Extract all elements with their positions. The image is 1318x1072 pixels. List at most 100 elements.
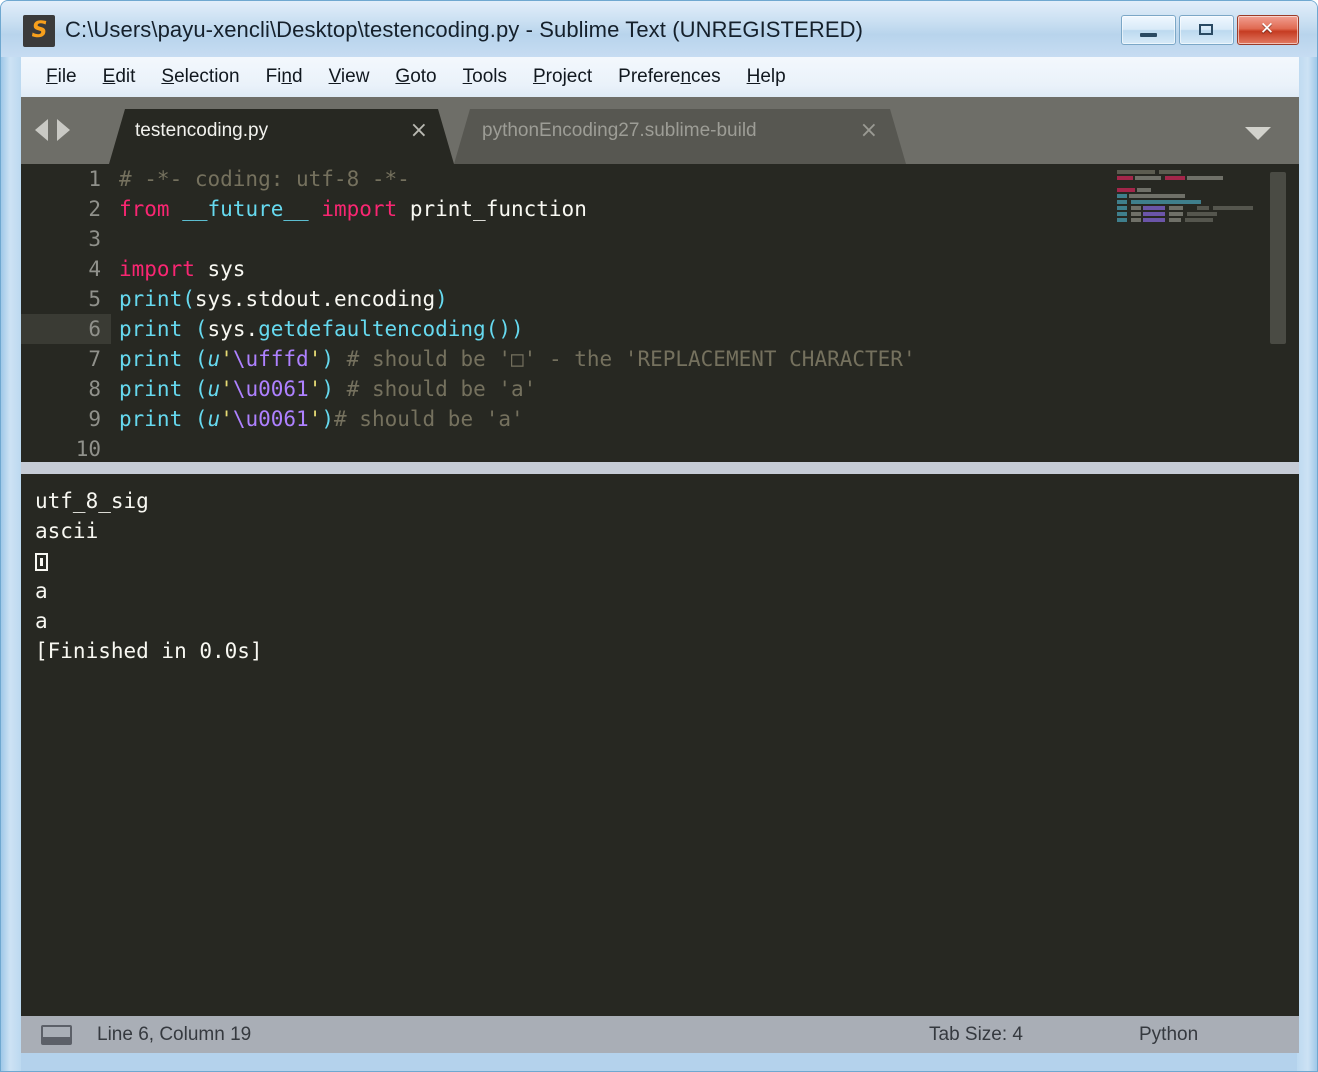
close-button[interactable]: ✕ (1237, 15, 1299, 45)
menu-item-goto[interactable]: Goto (382, 64, 449, 90)
code-text: from __future__ import print_function (111, 197, 587, 221)
code-line: 10 (21, 434, 1111, 462)
menu-label-tools: ools (472, 66, 507, 87)
tab-close-icon[interactable]: × (860, 119, 878, 142)
sublime-s-glyph: S (31, 18, 48, 43)
code-token: ( (194, 377, 208, 401)
menu-item-find[interactable]: Find (253, 64, 316, 90)
status-tab-size[interactable]: Tab Size: 4 (929, 1024, 1023, 1046)
code-token: ( (194, 317, 208, 341)
chevron-down-icon[interactable] (1245, 127, 1271, 140)
menu-label-file: ile (57, 66, 77, 87)
code-token: ( (194, 347, 208, 371)
minimap-row (1111, 218, 1257, 223)
tab-close-icon[interactable]: × (410, 119, 428, 142)
minimap-block (1187, 212, 1217, 216)
window-frame-right (1297, 1, 1317, 1071)
tab-label: pythonEncoding27.sublime-build (482, 119, 757, 141)
code-token: print (119, 287, 183, 311)
code-text: print (u'\u0061') # should be 'a' (111, 377, 536, 401)
code-lines-container: 1 # -*- coding: utf-8 -*- 2 from __future__… (21, 164, 1111, 462)
menu-label-help: elp (760, 66, 786, 87)
code-token: getdefaultencoding (258, 317, 486, 341)
line-number: 1 (88, 167, 101, 191)
editor-scrollbar-thumb[interactable] (1270, 172, 1286, 344)
minimap-block (1131, 212, 1141, 216)
minimap-block (1187, 176, 1223, 180)
status-bar: Line 6, Column 19 Tab Size: 4 Python (21, 1016, 1299, 1053)
menu-label-selection: election (174, 66, 240, 87)
menu-item-preferences[interactable]: Preferences (605, 64, 733, 90)
code-token: ' (308, 377, 322, 401)
menu-label-find: d (291, 66, 303, 87)
build-output-panel[interactable]: utf_8_sig ascii a a [Finished in 0.0s] (21, 474, 1299, 1016)
code-line: 7 print (u'\ufffd') # should be '□' - the… (21, 344, 1111, 374)
editor-scrollbar-track[interactable] (1265, 164, 1291, 462)
menu-item-view[interactable]: View (316, 64, 383, 90)
sublime-text-body: testencoding.py × pythonEncoding27.subli… (21, 97, 1299, 1053)
code-line: 4 import sys (21, 254, 1111, 284)
minimap-block (1169, 212, 1183, 216)
minimap-block (1143, 212, 1165, 216)
minimap-block (1131, 218, 1141, 222)
close-icon: ✕ (1259, 19, 1275, 39)
code-line: 2 from __future__ import print_function (21, 194, 1111, 224)
minimap-block (1131, 200, 1201, 204)
line-number: 5 (88, 287, 101, 311)
minimap-row (1111, 182, 1257, 187)
arrow-left-icon[interactable] (35, 119, 48, 141)
console-panel-icon[interactable] (41, 1025, 72, 1045)
arrow-right-icon[interactable] (57, 119, 70, 141)
minimap-row (1111, 194, 1257, 199)
minimap-block (1197, 206, 1209, 210)
maximize-button[interactable] (1179, 15, 1234, 45)
menu-item-tools[interactable]: Tools (450, 64, 520, 90)
code-token: sys (194, 257, 246, 281)
code-token: print (119, 407, 183, 431)
code-token: sys. (207, 317, 259, 341)
title-bar: S C:\Users\payu-xencli\Desktop\testencod… (1, 1, 1317, 57)
code-token: u (207, 377, 221, 401)
code-line: 1 # -*- coding: utf-8 -*- (21, 164, 1111, 194)
minimize-button[interactable] (1121, 15, 1176, 45)
menu-item-selection[interactable]: Selection (148, 64, 252, 90)
tab-pythonencoding27-sublime-build[interactable]: pythonEncoding27.sublime-build × (454, 97, 906, 164)
minimap-block (1129, 194, 1185, 198)
window-frame-left (1, 1, 21, 1071)
code-token: ' (220, 347, 233, 371)
code-token: __future__ (182, 197, 309, 221)
minimap[interactable] (1111, 164, 1257, 462)
replacement-character-glyph (35, 553, 48, 571)
tab-testencoding-py[interactable]: testencoding.py × (109, 97, 454, 164)
minimap-row (1111, 200, 1257, 205)
status-cursor-position[interactable]: Line 6, Column 19 (97, 1024, 251, 1046)
code-token: ' (220, 377, 233, 401)
code-line: 6 print (sys.getdefaultencoding()) (21, 314, 1111, 344)
line-number: 2 (88, 197, 101, 221)
menu-item-file[interactable]: File (33, 64, 90, 90)
code-text: # -*- coding: utf-8 -*- (111, 167, 410, 191)
minimap-row (1111, 188, 1257, 193)
minimap-block (1117, 218, 1127, 222)
minimap-row (1111, 206, 1257, 211)
status-syntax-mode[interactable]: Python (1139, 1024, 1198, 1046)
menu-item-help[interactable]: Help (734, 64, 799, 90)
console-output-line (35, 546, 1285, 576)
minimap-block (1213, 206, 1253, 210)
code-editor[interactable]: 1 # -*- coding: utf-8 -*- 2 from __future__… (21, 164, 1299, 462)
code-text: import sys (111, 257, 245, 281)
console-output-line: ascii (35, 519, 99, 543)
console-output-line: a (35, 579, 48, 603)
panel-splitter[interactable] (21, 462, 1299, 474)
code-token: \u0061 (232, 407, 309, 431)
menu-item-project[interactable]: Project (520, 64, 605, 90)
minimap-block (1117, 188, 1135, 192)
code-text: print(sys.stdout.encoding) (111, 287, 448, 311)
minimap-block (1117, 170, 1155, 174)
code-token: ) (435, 287, 448, 311)
menu-item-edit[interactable]: Edit (90, 64, 149, 90)
code-token: ( (182, 287, 195, 311)
minimap-block (1131, 206, 1141, 210)
